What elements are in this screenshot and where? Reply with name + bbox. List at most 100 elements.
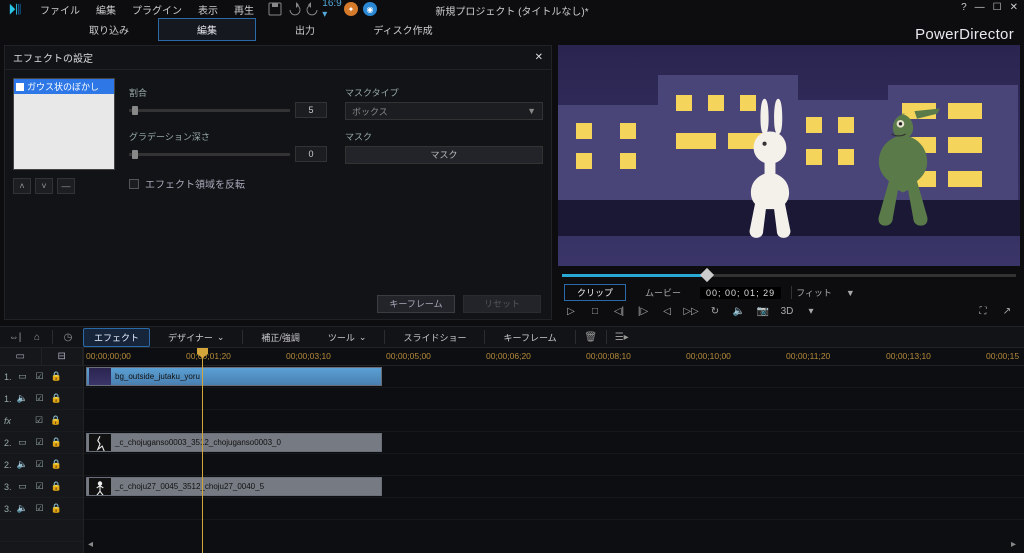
track-lane-a1[interactable] xyxy=(84,388,1024,410)
gradient-slider[interactable] xyxy=(129,153,290,156)
fast-forward-icon[interactable]: ▷▷ xyxy=(684,304,698,318)
track-header-v3[interactable]: 3.▭☑🔒 xyxy=(0,476,83,498)
track-lane-a2[interactable] xyxy=(84,454,1024,476)
maximize-icon[interactable]: ☐ xyxy=(993,2,1002,13)
track-lane-a3[interactable] xyxy=(84,498,1024,520)
visible-icon[interactable]: ☑ xyxy=(33,415,45,427)
minimize-icon[interactable]: — xyxy=(975,2,985,13)
track-area[interactable]: 00;00;00;00 00;00;01;20 00;00;03;10 00;0… xyxy=(84,348,1024,553)
undo-icon[interactable] xyxy=(287,2,301,16)
remove-button[interactable]: — xyxy=(57,178,75,194)
3d-toggle[interactable]: 3D xyxy=(780,304,794,318)
redo-icon[interactable] xyxy=(306,2,320,16)
scroll-right-icon[interactable]: ▸ xyxy=(1011,539,1016,550)
tab-capture[interactable]: 取り込み xyxy=(60,18,158,41)
scroll-left-icon[interactable]: ◂ xyxy=(88,539,93,550)
track-view-list-icon[interactable]: ⊟ xyxy=(42,348,84,365)
fullscreen-icon[interactable]: ⛶ xyxy=(976,304,990,318)
preview-scrubber[interactable] xyxy=(562,268,1016,282)
menu-play[interactable]: 再生 xyxy=(226,2,262,17)
effect-listbox[interactable]: ガウス状のぼかし xyxy=(13,78,115,170)
trash-icon[interactable]: 🗑 xyxy=(584,330,598,344)
masktype-dropdown[interactable]: ボックス▼ xyxy=(345,102,543,120)
invert-checkbox[interactable] xyxy=(129,179,139,189)
lock-icon[interactable]: 🔒 xyxy=(51,437,63,449)
save-icon[interactable] xyxy=(268,2,282,16)
loop-icon[interactable]: ↻ xyxy=(708,304,722,318)
tool-dropdown[interactable]: ツール ⌄ xyxy=(318,329,377,346)
preview-mode-clip[interactable]: クリップ xyxy=(564,284,626,301)
visible-icon[interactable]: ☑ xyxy=(34,481,46,493)
menu-view[interactable]: 表示 xyxy=(190,2,226,17)
ratio-icon[interactable]: 16:9 ▾ xyxy=(325,2,339,16)
clip-bg[interactable]: bg_outside_jutaku_yoru xyxy=(86,367,382,386)
lock-icon[interactable]: 🔒 xyxy=(50,415,62,427)
crop-icon[interactable]: ⌂ xyxy=(30,330,44,344)
tab-disc[interactable]: ディスク作成 xyxy=(354,18,452,41)
help-icon[interactable]: ? xyxy=(961,2,967,13)
more-menu-icon[interactable]: ☰▸ xyxy=(615,330,629,344)
close-icon[interactable]: ✕ xyxy=(1010,2,1018,13)
stop-icon[interactable]: □ xyxy=(588,304,602,318)
track-header-a2[interactable]: 2.🔈☑🔒 xyxy=(0,454,83,476)
menu-edit[interactable]: 編集 xyxy=(88,2,124,17)
track-header-a3[interactable]: 3.🔈☑🔒 xyxy=(0,498,83,520)
visible-icon[interactable]: ☑ xyxy=(34,459,46,471)
preview-mode-movie[interactable]: ムービー xyxy=(632,284,694,301)
visible-icon[interactable]: ☑ xyxy=(34,371,46,383)
track-header-extra[interactable] xyxy=(0,520,83,542)
ratio-slider[interactable] xyxy=(129,109,290,112)
ratio-value[interactable]: 5 xyxy=(295,102,327,118)
step-back-icon[interactable]: ◁ xyxy=(660,304,674,318)
cloud-icon[interactable]: ◉ xyxy=(363,2,377,16)
visible-icon[interactable]: ☑ xyxy=(34,437,46,449)
track-view-film-icon[interactable]: ▭ xyxy=(0,348,42,365)
effect-list-item[interactable]: ガウス状のぼかし xyxy=(14,79,114,94)
track-lane-fx[interactable] xyxy=(84,410,1024,432)
track-lane-v1[interactable]: bg_outside_jutaku_yoru xyxy=(84,366,1024,388)
menu-file[interactable]: ファイル xyxy=(32,2,88,17)
designer-dropdown[interactable]: デザイナー ⌄ xyxy=(158,329,234,346)
badge-icon[interactable]: ✦ xyxy=(344,2,358,16)
lock-icon[interactable]: 🔒 xyxy=(51,371,63,383)
prev-frame-icon[interactable]: ◁| xyxy=(612,304,626,318)
menu-plugin[interactable]: プラグイン xyxy=(124,2,190,17)
add-track-icon[interactable] xyxy=(4,525,16,537)
effect-button[interactable]: エフェクト xyxy=(83,328,150,347)
zoom-fit-dropdown[interactable]: フィット▼ xyxy=(791,286,859,299)
lock-icon[interactable]: 🔒 xyxy=(51,503,63,515)
visible-icon[interactable]: ☑ xyxy=(34,393,46,405)
timecode-display[interactable]: 00; 00; 01; 29 xyxy=(700,287,781,299)
playhead[interactable] xyxy=(202,348,203,553)
track-lane-v3[interactable]: _c_choju27_0045_3512_choju27_0040_5 xyxy=(84,476,1024,498)
play-icon[interactable]: ▷ xyxy=(564,304,578,318)
keyframe-button-tl[interactable]: キーフレーム xyxy=(493,329,566,346)
visible-icon[interactable]: ☑ xyxy=(34,503,46,515)
track-lane-v2[interactable]: _c_chojuganso0003_3512_chojuganso0003_0 xyxy=(84,432,1024,454)
clip-char1[interactable]: _c_chojuganso0003_3512_chojuganso0003_0 xyxy=(86,433,382,452)
marker-arrows-icon[interactable]: ⇔| xyxy=(8,330,22,344)
move-down-button[interactable]: ˅ xyxy=(35,178,53,194)
slideshow-button[interactable]: スライドショー xyxy=(393,329,476,346)
lock-icon[interactable]: 🔒 xyxy=(51,481,63,493)
track-header-a1[interactable]: 1.🔈☑🔒 xyxy=(0,388,83,410)
tab-edit[interactable]: 編集 xyxy=(158,18,256,41)
gradient-value[interactable]: 0 xyxy=(295,146,327,162)
panel-close-icon[interactable]: ✕ xyxy=(535,52,543,63)
correction-button[interactable]: 補正/強調 xyxy=(251,329,310,346)
tab-output[interactable]: 出力 xyxy=(256,18,354,41)
history-icon[interactable]: ◷ xyxy=(61,330,75,344)
lock-icon[interactable]: 🔒 xyxy=(51,459,63,471)
track-header-v2[interactable]: 2.▭☑🔒 xyxy=(0,432,83,454)
time-ruler[interactable]: 00;00;00;00 00;00;01;20 00;00;03;10 00;0… xyxy=(84,348,1024,366)
volume-icon[interactable]: 🔈 xyxy=(732,304,746,318)
lock-icon[interactable]: 🔒 xyxy=(51,393,63,405)
next-frame-icon[interactable]: |▷ xyxy=(636,304,650,318)
reset-button[interactable]: リセット xyxy=(463,295,541,313)
track-header-v1[interactable]: 1.▭☑🔒 xyxy=(0,366,83,388)
mask-button[interactable]: マスク xyxy=(345,146,543,164)
clip-char2[interactable]: _c_choju27_0045_3512_choju27_0040_5 xyxy=(86,477,382,496)
popout-icon[interactable]: ↗ xyxy=(1000,304,1014,318)
preview-canvas[interactable] xyxy=(558,45,1020,266)
track-header-fx[interactable]: fx☑🔒 xyxy=(0,410,83,432)
